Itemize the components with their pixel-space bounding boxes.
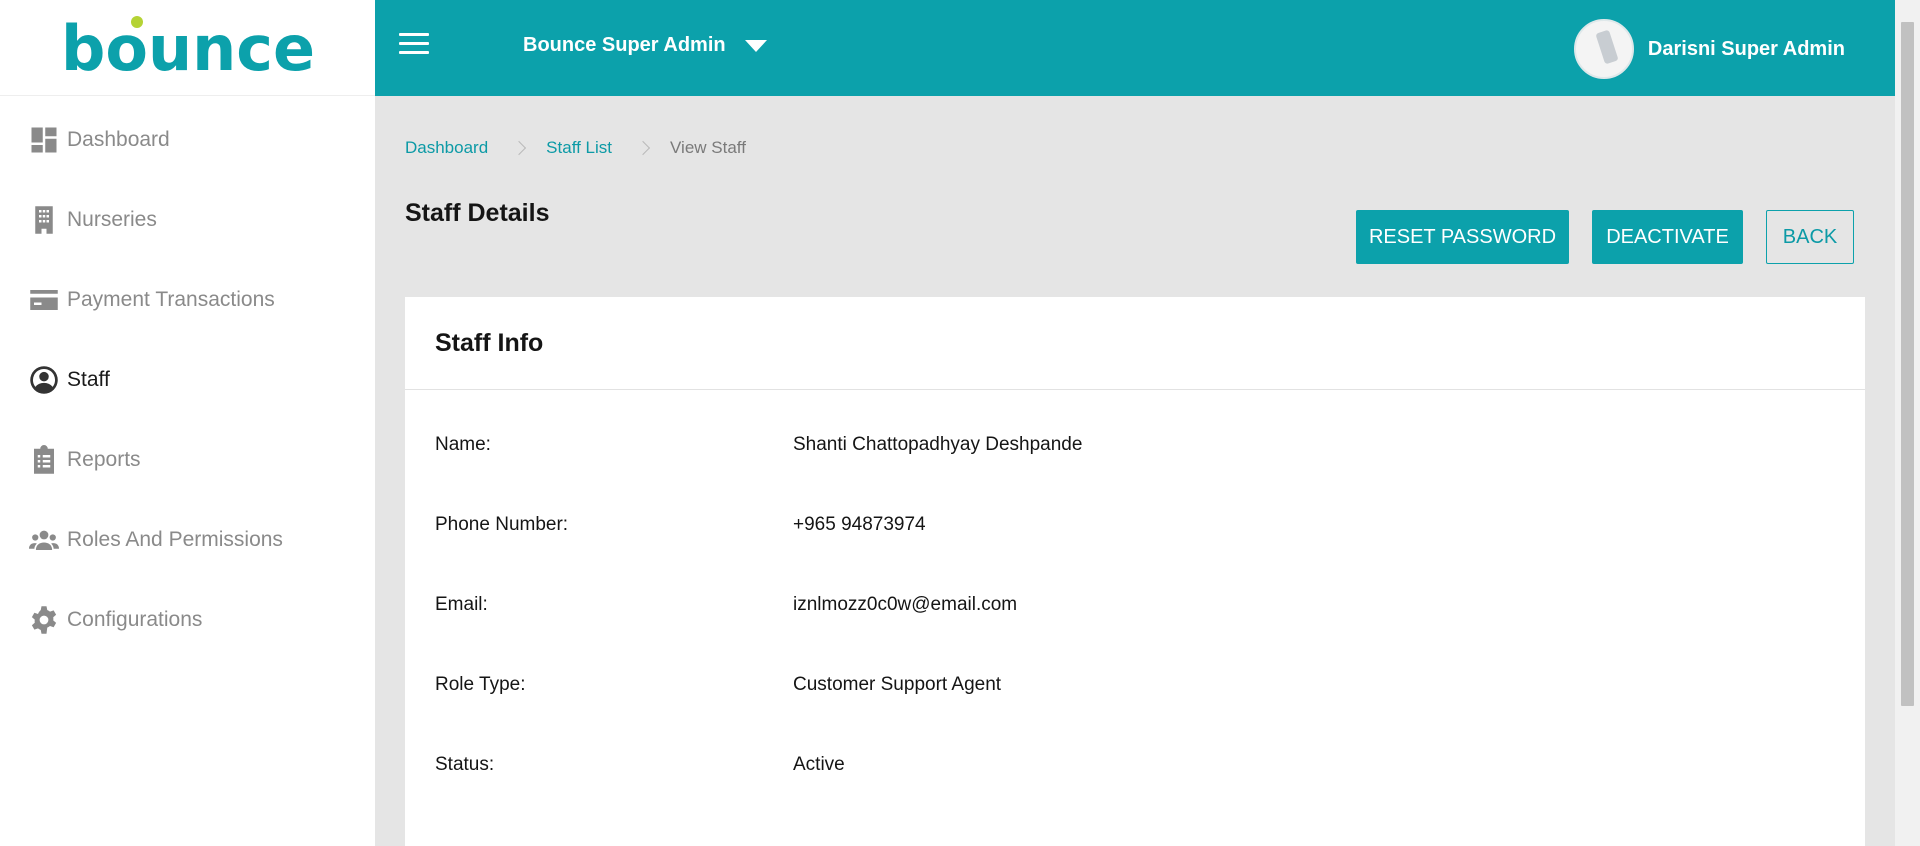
chevron-right-icon xyxy=(635,140,651,156)
info-list: Name: Shanti Chattopadhyay Deshpande Pho… xyxy=(405,390,1865,805)
sidebar-item-reports[interactable]: Reports xyxy=(0,420,375,500)
sidebar-item-label: Reports xyxy=(67,448,141,471)
info-value: Customer Support Agent xyxy=(793,674,1002,695)
sidebar-item-label: Configurations xyxy=(67,608,203,631)
avatar xyxy=(1573,19,1634,79)
info-row-email: Email: iznlmozz0c0w@email.com xyxy=(405,565,1865,645)
card-header: Staff Info xyxy=(405,297,1865,390)
organization-dropdown[interactable]: Bounce Super Admin xyxy=(523,34,767,57)
info-row-phone: Phone Number: +965 94873974 xyxy=(405,485,1865,565)
breadcrumb-staff-list[interactable]: Staff List xyxy=(546,138,612,158)
top-header: Bounce Super Admin Darisni Super Admin xyxy=(375,0,1895,96)
sidebar: bounce Dashboard Nurseries Payment Trans… xyxy=(0,0,375,846)
breadcrumb-dashboard[interactable]: Dashboard xyxy=(405,138,488,158)
sidebar-item-staff[interactable]: Staff xyxy=(0,340,375,420)
sidebar-item-nurseries[interactable]: Nurseries xyxy=(0,180,375,260)
chevron-right-icon xyxy=(512,140,527,156)
info-label: Role Type: xyxy=(435,674,526,695)
user-name: Darisni Super Admin xyxy=(1647,37,1845,60)
sidebar-item-label: Roles And Permissions xyxy=(67,528,283,551)
breadcrumb-current: View Staff xyxy=(670,138,746,157)
menu-icon[interactable] xyxy=(399,33,429,59)
sidebar-item-label: Dashboard xyxy=(67,128,170,151)
sidebar-item-label: Nurseries xyxy=(67,208,157,231)
staff-info-card: Staff Info Name: Shanti Chattopadhyay De… xyxy=(405,297,1865,846)
info-value: +965 94873974 xyxy=(793,514,926,535)
info-label: Status: xyxy=(435,754,495,775)
sidebar-item-roles-and-permissions[interactable]: Roles And Permissions xyxy=(0,500,375,580)
credit-card-icon xyxy=(29,285,59,315)
info-row-name: Name: Shanti Chattopadhyay Deshpande xyxy=(405,405,1865,485)
dashboard-icon xyxy=(29,125,59,155)
clipboard-icon xyxy=(29,445,59,475)
sidebar-item-configurations[interactable]: Configurations xyxy=(0,580,375,660)
sidebar-nav: Dashboard Nurseries Payment Transactions… xyxy=(0,96,375,660)
info-value: Shanti Chattopadhyay Deshpande xyxy=(793,434,1083,455)
info-value: Active xyxy=(793,754,845,775)
info-label: Name: xyxy=(435,434,491,455)
card-title: Staff Info xyxy=(435,328,544,357)
main-content: Dashboard Staff List View Staff Staff De… xyxy=(375,96,1895,846)
scrollbar-thumb[interactable] xyxy=(1901,22,1914,706)
info-label: Email: xyxy=(435,594,488,615)
sidebar-item-label: Payment Transactions xyxy=(67,288,275,311)
info-row-role-type: Role Type: Customer Support Agent xyxy=(405,645,1865,725)
bounce-logo-icon: bounce xyxy=(63,12,313,85)
deactivate-button[interactable]: DEACTIVATE xyxy=(1592,210,1743,264)
sidebar-item-dashboard[interactable]: Dashboard xyxy=(0,100,375,180)
breadcrumb: Dashboard Staff List View Staff xyxy=(405,138,746,158)
reset-password-button[interactable]: RESET PASSWORD xyxy=(1356,210,1569,264)
logo-text: bounce xyxy=(63,12,313,85)
sidebar-item-label: Staff xyxy=(67,368,110,391)
caret-down-icon xyxy=(744,39,767,52)
sidebar-item-payment-transactions[interactable]: Payment Transactions xyxy=(0,260,375,340)
user-circle-icon xyxy=(29,365,59,395)
organization-name: Bounce Super Admin xyxy=(523,34,726,56)
info-row-status: Status: Active xyxy=(405,725,1865,805)
page-title: Staff Details xyxy=(405,199,550,227)
building-icon xyxy=(29,205,59,235)
back-button[interactable]: BACK xyxy=(1766,210,1854,264)
user-menu[interactable]: Darisni Super Admin xyxy=(1573,19,1845,79)
vertical-scrollbar[interactable] xyxy=(1895,0,1920,846)
info-value: iznlmozz0c0w@email.com xyxy=(793,594,1018,615)
info-label: Phone Number: xyxy=(435,514,569,535)
gear-icon xyxy=(29,605,59,635)
users-group-icon xyxy=(29,525,59,555)
logo[interactable]: bounce xyxy=(0,0,375,96)
